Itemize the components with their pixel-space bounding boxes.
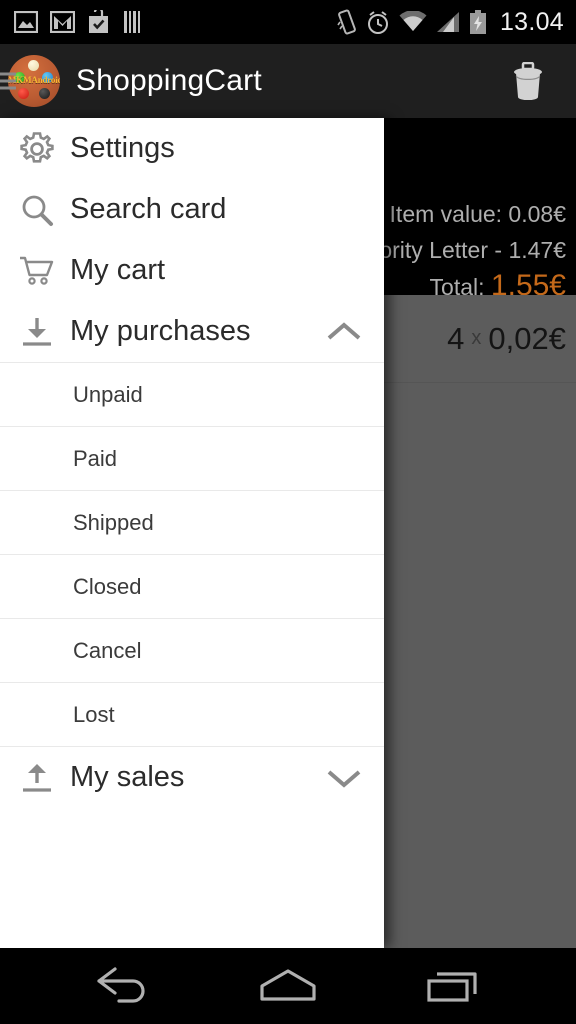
- cellular-signal-icon: [436, 12, 459, 32]
- sidebar-subitem-paid[interactable]: Paid: [0, 426, 384, 490]
- sidebar-subitem-label: Shipped: [73, 509, 154, 535]
- chevron-down-icon[interactable]: [324, 765, 364, 791]
- sidebar-item-my-sales[interactable]: My sales: [0, 747, 384, 808]
- sidebar-subitem-label: Unpaid: [73, 381, 143, 407]
- navigation-drawer: Settings Search card My cart My purchase…: [0, 118, 384, 948]
- sidebar-subitem-shipped[interactable]: Shipped: [0, 490, 384, 554]
- sidebar-item-my-purchases[interactable]: My purchases: [0, 301, 384, 362]
- sidebar-subitem-label: Cancel: [73, 637, 142, 663]
- alarm-clock-icon: [367, 10, 388, 34]
- row-price: 0,02€: [488, 320, 566, 356]
- battery-charging-icon: [469, 9, 486, 34]
- sidebar-subitem-label: Paid: [73, 445, 118, 471]
- sidebar-item-label: My cart: [70, 254, 166, 286]
- android-screen: 13.04 MKMAndroid ShoppingCart Item value…: [0, 0, 576, 1024]
- sales-section: My sales: [0, 746, 384, 808]
- status-bar-left-icons: [0, 10, 144, 34]
- sidebar-item-label: Settings: [70, 132, 175, 164]
- sidebar-subitem-label: Lost: [73, 701, 115, 727]
- upload-icon: [14, 761, 60, 795]
- search-icon: [14, 193, 60, 227]
- row-quantity: 4: [447, 320, 465, 356]
- row-separator: x: [471, 327, 482, 349]
- status-bar: 13.04: [0, 0, 576, 44]
- trash-icon[interactable]: [506, 59, 550, 103]
- sidebar-item-label: My purchases: [70, 315, 251, 347]
- sidebar-item-label: Search card: [70, 193, 227, 225]
- status-bar-clock: 13.04: [499, 7, 564, 36]
- vibrate-icon: [337, 9, 356, 35]
- cart-icon: [14, 255, 60, 287]
- hamburger-icon[interactable]: [0, 69, 16, 94]
- page-title: ShoppingCart: [76, 64, 262, 97]
- sidebar-subitem-cancel[interactable]: Cancel: [0, 618, 384, 682]
- sidebar-subitem-closed[interactable]: Closed: [0, 554, 384, 618]
- sidebar-item-search-card[interactable]: Search card: [0, 179, 384, 240]
- sidebar-subitem-unpaid[interactable]: Unpaid: [0, 362, 384, 426]
- download-icon: [14, 315, 60, 349]
- play-store-bag-icon: [89, 10, 108, 33]
- app-bar: MKMAndroid ShoppingCart: [0, 44, 576, 118]
- purchases-submenu: Unpaid Paid Shipped Closed Cancel Lost: [0, 362, 384, 746]
- back-icon[interactable]: [78, 956, 168, 1016]
- status-bar-right-icons: 13.04: [337, 9, 576, 35]
- barcode-icon: [124, 11, 140, 33]
- sidebar-subitem-lost[interactable]: Lost: [0, 682, 384, 746]
- wifi-icon: [399, 11, 427, 31]
- home-icon[interactable]: [243, 956, 333, 1016]
- photo-icon: [14, 11, 38, 33]
- sidebar-item-label: My sales: [70, 761, 185, 793]
- gmail-icon: [50, 11, 75, 33]
- sidebar-item-my-cart[interactable]: My cart: [0, 240, 384, 301]
- system-navigation-bar: [0, 948, 576, 1024]
- recents-icon[interactable]: [408, 956, 498, 1016]
- sidebar-item-settings[interactable]: Settings: [0, 118, 384, 179]
- chevron-up-icon[interactable]: [324, 319, 364, 345]
- sidebar-subitem-label: Closed: [73, 573, 142, 599]
- gear-icon: [14, 131, 60, 166]
